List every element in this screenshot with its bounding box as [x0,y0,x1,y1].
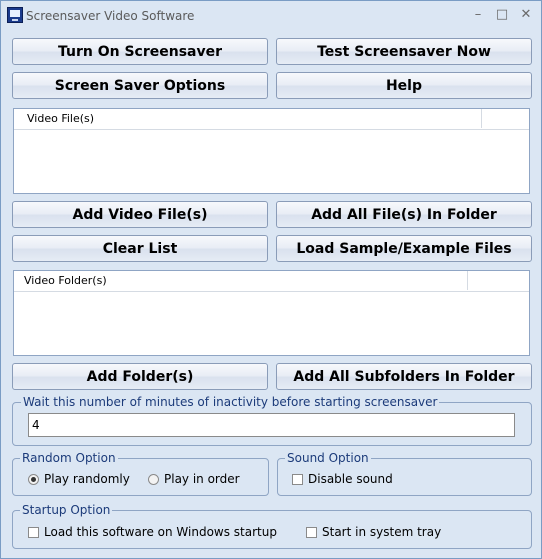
close-icon[interactable]: ✕ [513,6,539,24]
video-folders-list-header: Video Folder(s) [14,271,529,292]
app-window: Screensaver Video Software – □ ✕ Turn On… [0,0,542,559]
video-files-list-header: Video File(s) [14,109,529,130]
add-folders-button[interactable]: Add Folder(s) [12,363,268,390]
play-in-order-option[interactable]: Play in order [148,471,240,487]
sound-option-label: Sound Option [285,451,371,465]
video-folders-list[interactable]: Video Folder(s) [13,270,530,356]
startup-option-label: Startup Option [20,503,113,517]
play-randomly-label: Play randomly [44,472,130,486]
title-bar[interactable]: Screensaver Video Software – □ ✕ [1,1,541,31]
video-files-column-header[interactable]: Video File(s) [14,109,482,128]
load-on-startup-label: Load this software on Windows startup [44,525,277,539]
play-in-order-radio[interactable] [148,474,159,485]
add-all-files-in-folder-button[interactable]: Add All File(s) In Folder [276,201,532,228]
screen-saver-options-button[interactable]: Screen Saver Options [12,72,268,99]
start-in-tray-label: Start in system tray [322,525,442,539]
clear-list-button[interactable]: Clear List [12,235,268,262]
window-title: Screensaver Video Software [26,9,195,23]
play-in-order-label: Play in order [164,472,240,486]
start-in-tray-option[interactable]: Start in system tray [306,524,441,540]
start-in-tray-checkbox[interactable] [306,527,317,538]
inactivity-label: Wait this number of minutes of inactivit… [21,395,440,409]
random-option-label: Random Option [20,451,118,465]
help-button[interactable]: Help [276,72,532,99]
turn-on-screensaver-button[interactable]: Turn On Screensaver [12,38,268,65]
minimize-icon[interactable]: – [465,6,491,24]
load-sample-files-button[interactable]: Load Sample/Example Files [276,235,532,262]
video-files-list[interactable]: Video File(s) [13,108,530,194]
monitor-icon [7,7,23,23]
video-folders-column-header[interactable]: Video Folder(s) [14,271,468,290]
disable-sound-checkbox[interactable] [292,474,303,485]
test-screensaver-button[interactable]: Test Screensaver Now [276,38,532,65]
load-on-startup-checkbox[interactable] [28,527,39,538]
add-video-files-button[interactable]: Add Video File(s) [12,201,268,228]
disable-sound-option[interactable]: Disable sound [292,471,393,487]
add-all-subfolders-button[interactable]: Add All Subfolders In Folder [276,363,532,390]
load-on-startup-option[interactable]: Load this software on Windows startup [28,524,277,540]
maximize-icon[interactable]: □ [489,6,515,24]
inactivity-minutes-input[interactable]: 4 [28,413,515,437]
disable-sound-label: Disable sound [308,472,393,486]
play-randomly-option[interactable]: Play randomly [28,471,130,487]
play-randomly-radio[interactable] [28,474,39,485]
